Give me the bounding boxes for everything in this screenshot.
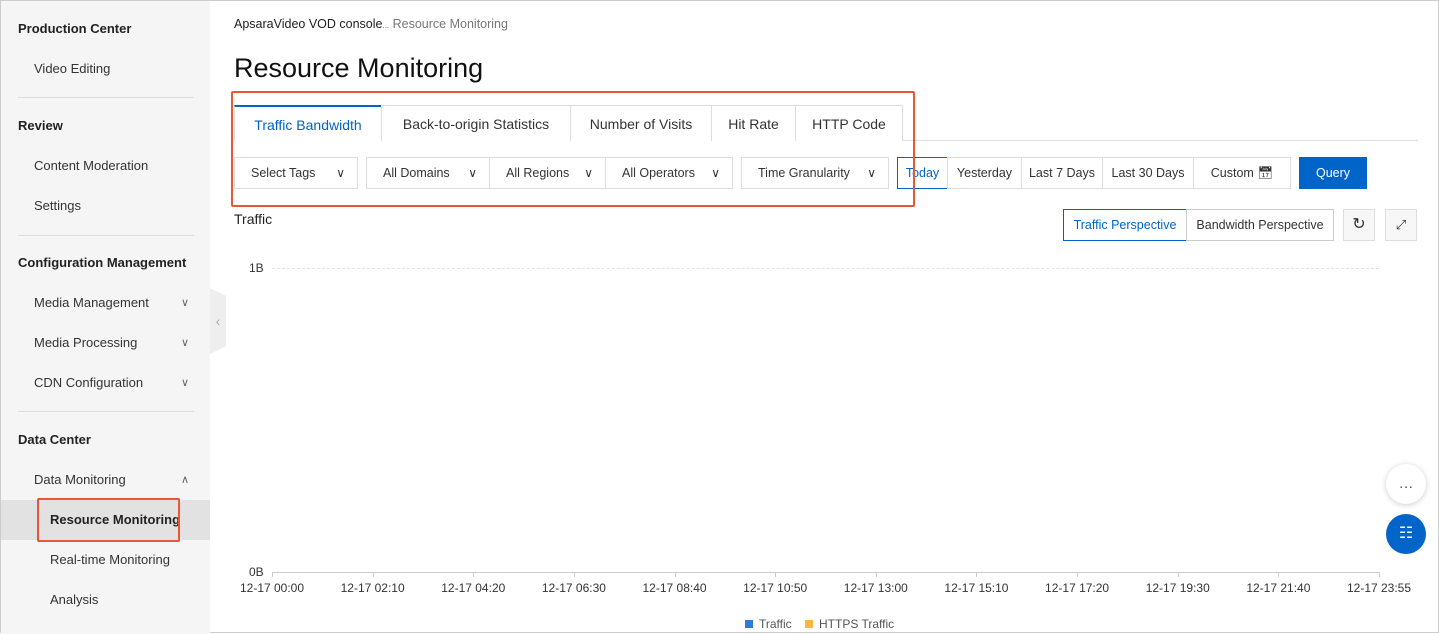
custom-label: Custom [1210,166,1254,180]
section-production-center: Production Center [18,21,132,36]
gridline [272,268,1379,269]
x-tick-mark [372,572,374,577]
breadcrumb-current: Resource Monitoring [392,17,508,31]
sidebar-item-media-processing[interactable]: Media Processing [34,335,137,350]
sidebar-item-analysis[interactable]: Analysis [50,592,98,607]
sidebar-item-cdn-configuration[interactable]: CDN Configuration [34,375,143,390]
y-tick-label: 1B [249,261,264,275]
x-tick-mark [272,572,273,577]
x-tick-label: 12-17 00:00 [239,581,305,595]
highlight-box [231,91,915,207]
x-tick-label: 12-17 13:00 [843,581,908,595]
x-tick-label: 12-17 08:40 [642,581,707,595]
section-data-center: Data Center [18,432,91,447]
feedback-chat-icon[interactable]: … [1386,464,1426,504]
collapse-sidebar-button[interactable]: ‹ [210,288,226,354]
chart-title: Traffic [234,211,273,227]
x-tick-label: 12-17 19:30 [1145,581,1210,595]
page-title: Resource Monitoring [234,53,484,83]
sidebar-item-settings[interactable]: Settings [34,198,81,213]
chevron-down-icon[interactable]: ∨ [181,336,189,349]
x-tick-mark [1077,572,1079,577]
x-tick-label: 12-17 06:30 [541,581,606,595]
bandwidth-perspective-button[interactable]: Bandwidth Perspective [1186,209,1334,241]
sidebar-item-video-editing[interactable]: Video Editing [34,61,110,76]
sidebar-item-media-management[interactable]: Media Management [34,295,149,310]
x-tick-label: 12-17 23:55 [1346,581,1412,595]
traffic-perspective-button[interactable]: Traffic Perspective [1063,209,1187,241]
x-tick-mark [1379,572,1380,577]
custom-date-button[interactable]: Custom 📅︎ [1193,157,1291,189]
fullscreen-icon[interactable]: ⤢ [1385,209,1417,241]
x-tick-label: 12-17 21:40 [1246,581,1311,595]
legend-swatch [805,620,814,628]
breadcrumb-root[interactable]: ApsaraVideo VOD console [234,17,382,31]
refresh-icon[interactable]: ↻ [1343,209,1375,241]
x-tick-mark [573,572,575,577]
x-tick-mark [1278,572,1280,577]
last-30-days-button[interactable]: Last 30 Days [1102,157,1194,189]
divider [18,97,194,98]
query-button[interactable]: Query [1299,157,1367,189]
x-tick-label: 12-17 10:50 [743,581,808,595]
chevron-down-icon[interactable]: ∨ [181,296,189,309]
breadcrumb: ApsaraVideo VOD console... Resource Moni… [234,17,508,31]
sidebar: Production Center Video Editing Review C… [1,1,210,634]
legend-label: Traffic [759,617,792,631]
calendar-icon: 📅︎ [1257,166,1274,180]
legend: Traffic HTTPS Traffic [745,617,894,631]
divider [18,411,194,412]
x-axis [272,572,1379,573]
section-configuration-management: Configuration Management [18,255,187,270]
section-review: Review [18,118,63,133]
sidebar-item-real-time-monitoring[interactable]: Real-time Monitoring [50,552,170,567]
x-tick-mark [674,572,676,577]
legend-https-traffic[interactable]: HTTPS Traffic [805,617,894,631]
legend-swatch [745,620,753,628]
chevron-down-icon[interactable]: ∨ [181,376,189,389]
breadcrumb-separator: ... [382,21,390,30]
x-tick-label: 12-17 15:10 [944,581,1009,595]
legend-traffic[interactable]: Traffic [745,617,792,631]
sidebar-item-data-monitoring[interactable]: Data Monitoring [34,472,126,487]
x-tick-label: 12-17 04:20 [441,581,506,595]
x-tick-mark [875,572,877,577]
last-7-days-button[interactable]: Last 7 Days [1021,157,1103,189]
x-tick-label: 12-17 02:10 [340,581,405,595]
y-tick-label: 0B [249,565,264,579]
sidebar-item-content-moderation[interactable]: Content Moderation [34,158,148,173]
legend-label: HTTPS Traffic [819,617,895,631]
x-tick-mark [473,572,475,577]
x-tick-label: 12-17 17:20 [1045,581,1110,595]
divider [18,235,194,236]
x-tick-mark [775,572,777,577]
highlight-box [37,498,180,542]
chevron-up-icon[interactable]: ∧ [181,473,189,486]
x-tick-mark [1177,572,1179,577]
apps-grid-icon[interactable]: ☷ [1386,514,1426,554]
x-tick-mark [976,572,978,577]
yesterday-button[interactable]: Yesterday [947,157,1022,189]
